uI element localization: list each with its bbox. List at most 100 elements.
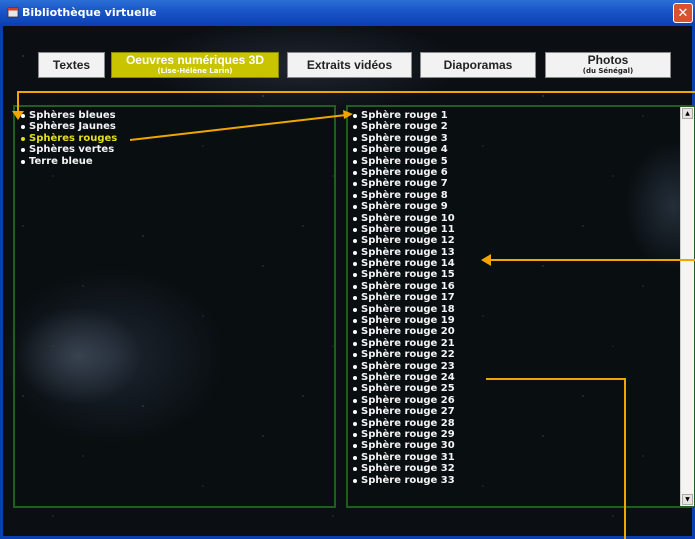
bullet-icon: [353, 341, 357, 346]
list-item[interactable]: Sphère rouge 3: [351, 133, 694, 144]
tab-label: Photos: [587, 53, 629, 67]
item-label: Sphère rouge 4: [361, 144, 448, 156]
annotation-arrowhead-down: [12, 111, 24, 120]
bullet-icon: [353, 148, 357, 153]
bullet-icon: [353, 375, 357, 380]
bullet-icon: [353, 330, 357, 335]
item-label: Sphère rouge 23: [361, 360, 455, 372]
list-item[interactable]: Sphère rouge 33: [351, 475, 694, 486]
bullet-icon: [353, 182, 357, 187]
bullet-icon: [353, 114, 357, 118]
annotation-line-lower: [486, 378, 626, 380]
tab-label: Extraits vidéos: [306, 58, 393, 72]
annotation-line-lower-down: [624, 378, 626, 539]
category-label: Sphères vertes: [29, 144, 115, 156]
list-item[interactable]: Sphère rouge 21: [351, 338, 694, 349]
list-item[interactable]: Sphère rouge 6: [351, 167, 694, 178]
list-item[interactable]: Sphère rouge 7: [351, 178, 694, 189]
list-item[interactable]: Sphère rouge 26: [351, 395, 694, 406]
category-list: Sphères bleues Sphères Jaunes Sphères ro…: [19, 110, 334, 167]
bullet-icon: [353, 398, 357, 403]
category-label: Sphères Jaunes: [29, 121, 116, 133]
list-item[interactable]: Sphère rouge 27: [351, 406, 694, 417]
item-label: Sphère rouge 20: [361, 326, 455, 338]
item-label: Sphère rouge 18: [361, 303, 455, 315]
item-label: Sphère rouge 13: [361, 246, 455, 258]
item-label: Sphère rouge 11: [361, 223, 455, 235]
bullet-icon: [353, 284, 357, 289]
bullet-icon: [21, 136, 25, 141]
bullet-icon: [353, 478, 357, 483]
list-item[interactable]: Sphère rouge 30: [351, 440, 694, 451]
item-label: Sphère rouge 3: [361, 132, 448, 144]
list-item[interactable]: Sphère rouge 11: [351, 224, 694, 235]
list-item[interactable]: Sphère rouge 18: [351, 304, 694, 315]
annotation-line-down: [17, 91, 19, 113]
category-item-spheres-rouges[interactable]: Sphères rouges: [19, 133, 334, 144]
category-label: Sphères rouges: [29, 132, 118, 144]
list-item[interactable]: Sphère rouge 4: [351, 144, 694, 155]
tab-textes[interactable]: Textes: [38, 52, 105, 78]
list-item[interactable]: Sphère rouge 9: [351, 201, 694, 212]
item-label: Sphère rouge 7: [361, 178, 448, 190]
annotation-line-middle: [491, 259, 695, 261]
category-panel: Sphères bleues Sphères Jaunes Sphères ro…: [13, 105, 336, 508]
tab-label: Textes: [52, 58, 91, 72]
bullet-icon: [353, 125, 357, 130]
list-item[interactable]: Sphère rouge 31: [351, 452, 694, 463]
tab-photos[interactable]: Photos (du Sénégal): [545, 52, 671, 78]
item-label: Sphère rouge 14: [361, 258, 455, 270]
tab-sublabel: (du Sénégal): [582, 67, 634, 75]
bullet-icon: [353, 136, 357, 141]
category-item-spheres-vertes[interactable]: Sphères vertes: [19, 144, 334, 155]
item-label: Sphère rouge 5: [361, 155, 448, 167]
scroll-up-arrow-icon[interactable]: ▲: [682, 108, 693, 119]
list-item[interactable]: Sphère rouge 32: [351, 463, 694, 474]
item-label: Sphère rouge 29: [361, 428, 455, 440]
list-item[interactable]: Sphère rouge 13: [351, 247, 694, 258]
bullet-icon: [353, 216, 357, 221]
window-titlebar: Bibliothèque virtuelle ✕: [0, 0, 695, 26]
list-item[interactable]: Sphère rouge 28: [351, 418, 694, 429]
bullet-icon: [353, 467, 357, 472]
category-item-terre-bleue[interactable]: Terre bleue: [19, 156, 334, 167]
list-item[interactable]: Sphère rouge 10: [351, 213, 694, 224]
list-item[interactable]: Sphère rouge 22: [351, 349, 694, 360]
item-label: Sphère rouge 32: [361, 463, 455, 475]
item-label: Sphère rouge 17: [361, 292, 455, 304]
item-label: Sphère rouge 9: [361, 201, 448, 213]
item-label: Sphère rouge 25: [361, 383, 455, 395]
item-label: Sphère rouge 33: [361, 474, 455, 486]
list-item[interactable]: Sphère rouge 25: [351, 383, 694, 394]
item-label: Sphère rouge 24: [361, 371, 455, 383]
category-item-spheres-bleues[interactable]: Sphères bleues: [19, 110, 334, 121]
annotation-arrowhead-left: [481, 254, 491, 266]
tab-label: Oeuvres numériques 3D: [125, 53, 265, 67]
list-item[interactable]: Sphère rouge 5: [351, 156, 694, 167]
annotation-line-top: [17, 91, 695, 93]
list-item[interactable]: Sphère rouge 16: [351, 281, 694, 292]
bullet-icon: [353, 432, 357, 437]
scroll-down-arrow-icon[interactable]: ▼: [682, 494, 693, 505]
tab-extraits-videos[interactable]: Extraits vidéos: [287, 52, 412, 78]
list-item[interactable]: Sphère rouge 20: [351, 326, 694, 337]
list-item[interactable]: Sphère rouge 23: [351, 361, 694, 372]
list-item[interactable]: Sphère rouge 17: [351, 292, 694, 303]
tab-diaporamas[interactable]: Diaporamas: [420, 52, 536, 78]
tab-oeuvres-numeriques-3d[interactable]: Oeuvres numériques 3D (Lise-Hélène Larin…: [111, 52, 279, 78]
category-item-spheres-jaunes[interactable]: Sphères Jaunes: [19, 121, 334, 132]
list-item[interactable]: Sphère rouge 19: [351, 315, 694, 326]
list-item[interactable]: Sphère rouge 1: [351, 110, 694, 121]
category-label: Terre bleue: [29, 155, 93, 167]
bullet-icon: [353, 455, 357, 460]
list-item[interactable]: Sphère rouge 15: [351, 269, 694, 280]
list-item[interactable]: Sphère rouge 8: [351, 190, 694, 201]
items-scrollbar[interactable]: ▲ ▼: [680, 107, 694, 506]
item-label: Sphère rouge 19: [361, 315, 455, 327]
list-item[interactable]: Sphère rouge 12: [351, 235, 694, 246]
list-item[interactable]: Sphère rouge 29: [351, 429, 694, 440]
item-label: Sphère rouge 26: [361, 394, 455, 406]
list-item[interactable]: Sphère rouge 2: [351, 121, 694, 132]
close-button[interactable]: ✕: [673, 3, 693, 23]
bullet-icon: [353, 410, 357, 415]
